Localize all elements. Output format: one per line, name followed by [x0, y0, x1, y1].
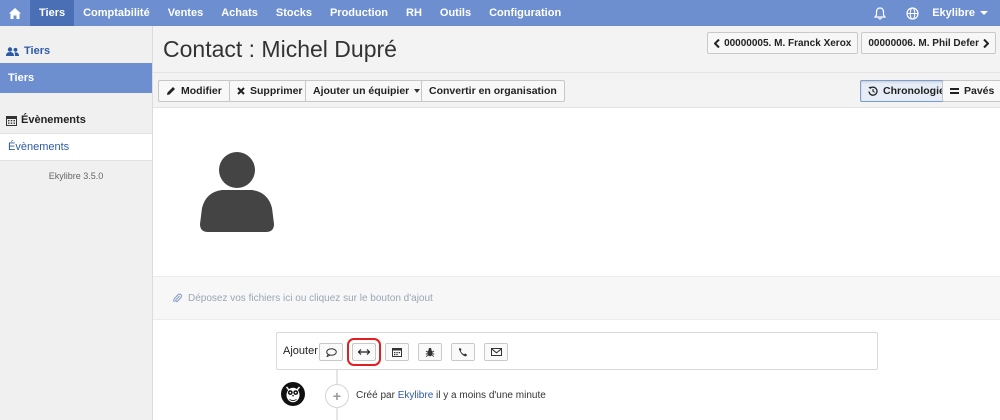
link-icon[interactable]	[347, 338, 381, 366]
dropzone-text: Déposez vos fichiers ici ou cliquez sur …	[188, 292, 433, 304]
paves-label: Pavés	[964, 85, 995, 97]
created-user-link[interactable]: Ekylibre	[398, 390, 434, 401]
convertir-label: Convertir en organisation	[429, 85, 557, 97]
main-content: Contact : Michel Dupré 00000005. M. Fran…	[153, 26, 1000, 420]
sidebar-section-label: Tiers	[24, 45, 51, 57]
comment-icon[interactable]	[319, 343, 343, 361]
sidebar-section-label: Évènements	[21, 114, 86, 126]
file-dropzone[interactable]: Déposez vos fichiers ici ou cliquez sur …	[153, 276, 1000, 320]
supprimer-label: Supprimer	[250, 85, 303, 97]
history-icon	[868, 86, 878, 96]
sidebar-item-tiers[interactable]: Tiers	[0, 63, 152, 93]
calendar-icon	[6, 115, 17, 126]
chevron-down-icon	[980, 11, 988, 15]
bug-icon[interactable]	[418, 343, 442, 361]
convertir-organisation-button[interactable]: Convertir en organisation	[421, 80, 565, 102]
action-toolbar: Modifier Supprimer Ajouter un équipier C…	[153, 72, 1000, 108]
ajouter-equipier-dropdown[interactable]: Ajouter un équipier	[305, 80, 429, 102]
modifier-label: Modifier	[181, 85, 222, 97]
home-icon[interactable]	[0, 0, 30, 26]
nav-achats[interactable]: Achats	[212, 0, 267, 26]
nav-rh[interactable]: RH	[397, 0, 431, 26]
chevron-right-icon	[983, 38, 989, 48]
sidebar-item-evenements[interactable]: Évènements	[0, 133, 152, 161]
users-icon	[6, 46, 19, 56]
created-suffix: il y a moins d'une minute	[436, 390, 546, 401]
next-record-button[interactable]: 00000006. M. Phil Defer	[861, 32, 996, 54]
contact-picture-area	[153, 108, 1000, 276]
user-menu[interactable]: Ekylibre	[928, 7, 1000, 19]
timeline-add-label: Ajouter	[283, 345, 318, 357]
chevron-left-icon	[714, 38, 720, 48]
phone-icon[interactable]	[451, 343, 475, 361]
close-icon	[237, 87, 245, 95]
ajouter-equipier-label: Ajouter un équipier	[313, 85, 410, 97]
nav-stocks[interactable]: Stocks	[267, 0, 321, 26]
user-name: Ekylibre	[932, 7, 975, 19]
bell-icon[interactable]	[864, 0, 896, 26]
next-record-label: 00000006. M. Phil Defer	[868, 37, 979, 49]
created-prefix: Créé par	[356, 390, 395, 401]
supprimer-button[interactable]: Supprimer	[229, 80, 311, 102]
previous-record-label: 00000005. M. Franck Xerox	[724, 37, 852, 49]
nav-outils[interactable]: Outils	[431, 0, 480, 26]
page-title: Contact : Michel Dupré	[163, 35, 397, 62]
user-avatar-icon	[200, 152, 274, 232]
chronologie-label: Chronologie	[883, 85, 945, 97]
chronologie-toggle[interactable]: Chronologie	[860, 80, 953, 102]
top-navbar: Tiers Comptabilité Ventes Achats Stocks …	[0, 0, 1000, 26]
pencil-icon	[167, 87, 175, 95]
paperclip-icon	[173, 293, 182, 303]
timeline: Ajouter + Créé par Ekylibre il y a moins…	[153, 320, 1000, 420]
previous-record-button[interactable]: 00000005. M. Franck Xerox	[707, 32, 859, 54]
calendar-icon[interactable]	[385, 343, 409, 361]
list-icon	[950, 88, 959, 94]
nav-configuration[interactable]: Configuration	[480, 0, 570, 26]
email-icon[interactable]	[484, 343, 508, 361]
nav-production[interactable]: Production	[321, 0, 397, 26]
nav-comptabilite[interactable]: Comptabilité	[74, 0, 159, 26]
sidebar-section-evenements: Évènements	[0, 108, 152, 132]
timeline-add-bar: Ajouter	[276, 332, 878, 370]
sidebar-section-tiers: Tiers	[0, 39, 152, 63]
version-label: Ekylibre 3.5.0	[48, 171, 104, 181]
timeline-plus-icon: +	[325, 384, 349, 408]
nav-tiers[interactable]: Tiers	[30, 0, 75, 26]
created-entry: Créé par Ekylibre il y a moins d'une min…	[356, 390, 546, 401]
paves-toggle[interactable]: Pavés	[942, 80, 1000, 102]
modifier-button[interactable]: Modifier	[158, 80, 230, 102]
owl-avatar-icon	[281, 382, 305, 406]
nav-ventes[interactable]: Ventes	[159, 0, 212, 26]
caret-down-icon	[414, 89, 421, 93]
page-header: Contact : Michel Dupré 00000005. M. Fran…	[153, 26, 1000, 72]
globe-icon[interactable]	[896, 0, 928, 26]
sidebar: Tiers Tiers Évènements Évènements Ekylib…	[0, 26, 153, 420]
